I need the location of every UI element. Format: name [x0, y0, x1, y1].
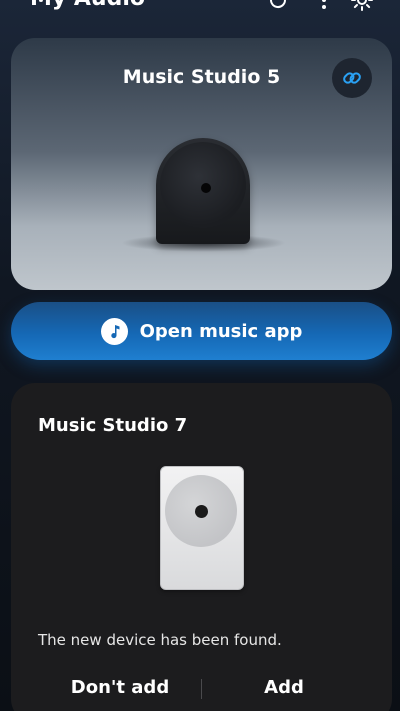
new-speaker-woofer [165, 475, 237, 547]
link-button[interactable] [332, 58, 372, 98]
new-speaker-image [160, 466, 244, 590]
speaker-image [156, 138, 250, 244]
new-device-card: Music Studio 7 The new device has been f… [11, 383, 392, 711]
action-row: Don't add Add [11, 673, 392, 703]
speaker-woofer [160, 142, 246, 228]
page-title: My Audio [30, 0, 145, 12]
device-found-message: The new device has been found. [38, 631, 282, 649]
page: My Audio Music Studio 5 [0, 0, 400, 711]
gear-icon[interactable] [350, 0, 374, 12]
new-speaker-tweeter [195, 505, 208, 518]
speaker-tweeter [201, 183, 211, 193]
more-icon[interactable] [312, 0, 336, 12]
new-device-name: Music Studio 7 [38, 415, 188, 436]
refresh-icon[interactable] [266, 0, 290, 12]
link-icon [343, 72, 361, 84]
dont-add-button[interactable]: Don't add [41, 673, 199, 703]
add-button[interactable]: Add [205, 673, 363, 703]
music-note-icon [100, 317, 128, 345]
current-device-card[interactable]: Music Studio 5 [11, 38, 392, 290]
open-music-app-label: Open music app [139, 320, 303, 342]
open-music-app-button[interactable]: Open music app [11, 302, 392, 360]
action-divider [201, 679, 202, 699]
header: My Audio [0, 0, 400, 26]
